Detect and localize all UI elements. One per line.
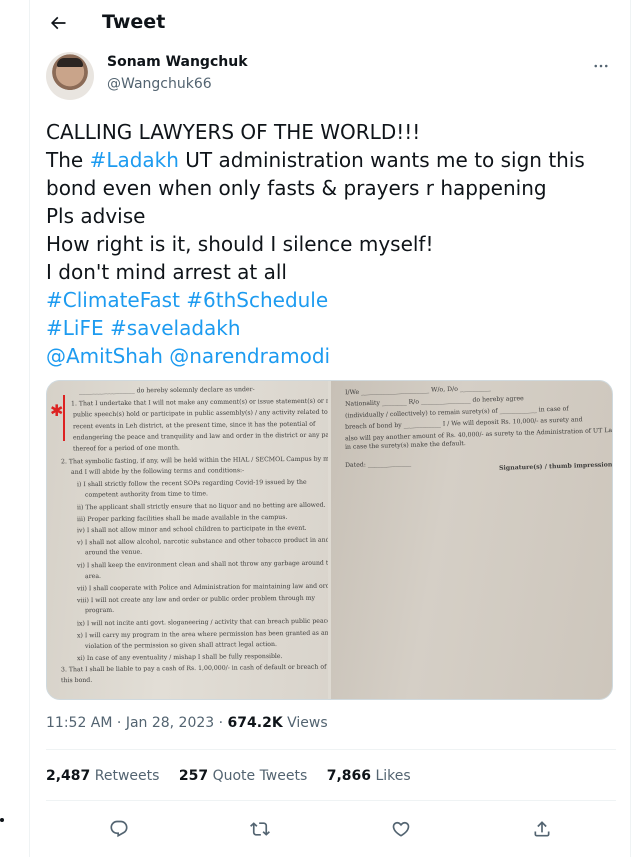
retweet-button[interactable] bbox=[245, 814, 275, 844]
like-icon bbox=[392, 821, 410, 837]
bond-document-line: iv) I shall not allow minor and school c… bbox=[76, 524, 307, 535]
action-bar bbox=[46, 808, 616, 848]
hashtag-saveladakh[interactable]: #saveladakh bbox=[110, 316, 241, 340]
quote-tweets-label: Quote Tweets bbox=[212, 768, 308, 784]
bond-document-line: ix) I will not incite anti govt. slogane… bbox=[76, 617, 328, 628]
mention-amitshah[interactable]: @AmitShah bbox=[46, 344, 163, 368]
bond-document-line: viii) I will not create any law and orde… bbox=[76, 594, 316, 605]
hashtag-6thschedule[interactable]: #6thSchedule bbox=[186, 288, 328, 312]
more-icon bbox=[594, 64, 608, 68]
bond-photo-right[interactable]: I/We ______________________ W/o, D/o ___… bbox=[331, 381, 612, 699]
bond-document-line: x) I will carry my program in the area w… bbox=[76, 629, 328, 639]
back-button[interactable] bbox=[41, 6, 75, 40]
bond-document-line: and I will abide by the following terms … bbox=[70, 467, 245, 477]
author-handle[interactable]: @Wangchuk66 bbox=[107, 76, 212, 92]
quote-tweets-count: 257 bbox=[178, 768, 209, 784]
retweets-label: Retweets bbox=[94, 768, 160, 784]
more-options-button[interactable] bbox=[587, 52, 615, 80]
bond-document-line: i) I shall strictly follow the recent SO… bbox=[76, 478, 307, 488]
retweets-stat[interactable]: 2,487 Retweets bbox=[46, 768, 159, 784]
views-count: 674.2K bbox=[227, 715, 283, 731]
bond-document-line: v) I shall not allow alcohol, narcotic s… bbox=[76, 536, 328, 547]
tweet-line: The #Ladakh UT administration wants me t… bbox=[46, 146, 616, 174]
tweet-line: CALLING LAWYERS OF THE WORLD!!! bbox=[46, 120, 421, 144]
hashtag-climatefast[interactable]: #ClimateFast bbox=[46, 288, 180, 312]
red-asterisk-icon: ✱ bbox=[50, 401, 64, 420]
divider bbox=[46, 800, 616, 801]
bond-photo-left[interactable]: ✱ __________________ do hereby solemnly … bbox=[47, 381, 328, 699]
bond-document-line: 3. That I shall be liable to pay a cash … bbox=[60, 664, 327, 674]
tweet-text: CALLING LAWYERS OF THE WORLD!!! The #Lad… bbox=[46, 118, 616, 370]
bond-document-line: 2. That symbolic fasting, if any, will b… bbox=[60, 455, 328, 466]
bond-document-line: competent authority from time to time. bbox=[84, 490, 208, 500]
hashtag-ladakh[interactable]: #Ladakh bbox=[90, 148, 179, 172]
reply-icon bbox=[110, 820, 128, 838]
bond-document-line: vii) I shall cooperate with Police and A… bbox=[76, 582, 328, 593]
bond-document-line: program. bbox=[84, 607, 115, 615]
tweet-line: #LiFE #saveladakh bbox=[46, 314, 616, 342]
tweet-date[interactable]: Jan 28, 2023 bbox=[126, 715, 214, 731]
bond-document-line: Nationality ________ R/o _______________… bbox=[344, 395, 524, 408]
share-icon bbox=[534, 821, 550, 837]
engagement-stats: 2,487 Retweets 257 Quote Tweets 7,866 Li… bbox=[46, 768, 426, 784]
retweets-count: 2,487 bbox=[46, 768, 91, 784]
tweet-text-span: UT administration wants me to sign this bbox=[178, 148, 585, 172]
avatar[interactable] bbox=[46, 52, 94, 100]
bond-document-line: ii) The applicant shall strictly ensure … bbox=[76, 501, 326, 512]
bond-document-line: vi) I shall keep the environment clean a… bbox=[76, 559, 328, 570]
like-button[interactable] bbox=[386, 814, 416, 844]
bond-document-line: Dated: ______________ bbox=[344, 459, 412, 470]
retweet-icon bbox=[250, 822, 270, 836]
bond-document-line: I/We ______________________ W/o, D/o ___… bbox=[344, 384, 491, 397]
divider bbox=[46, 749, 616, 750]
tweet-line: bond even when only fasts & prayers r ha… bbox=[46, 176, 547, 200]
bond-document-line: 1. That I undertake that I will not make… bbox=[70, 397, 328, 408]
meta-separator: · bbox=[116, 715, 122, 731]
meta-separator: · bbox=[218, 715, 224, 731]
quote-tweets-stat[interactable]: 257 Quote Tweets bbox=[179, 768, 307, 784]
tweet-text-span: The bbox=[46, 148, 90, 172]
media-grid: ✱ __________________ do hereby solemnly … bbox=[46, 380, 613, 700]
bond-document-line: __________________ do hereby solemnly de… bbox=[78, 386, 255, 395]
likes-stat[interactable]: 7,866 Likes bbox=[327, 768, 411, 784]
tweet-line: @AmitShah @narendramodi bbox=[46, 342, 616, 370]
tweet-time[interactable]: 11:52 AM bbox=[46, 715, 112, 731]
share-button[interactable] bbox=[527, 814, 557, 844]
left-rail-dot bbox=[0, 818, 4, 822]
mention-narendramodi[interactable]: @narendramodi bbox=[169, 344, 330, 368]
views-label: Views bbox=[287, 715, 328, 731]
arrow-left-icon bbox=[50, 16, 66, 30]
author-name[interactable]: Sonam Wangchuk bbox=[107, 54, 248, 70]
likes-count: 7,866 bbox=[326, 768, 372, 784]
page-title: Tweet bbox=[102, 11, 166, 33]
reply-button[interactable] bbox=[104, 814, 134, 844]
tweet-line: How right is it, should I silence myself… bbox=[46, 232, 434, 256]
bond-document-line: recent events in Leh district, at the pr… bbox=[72, 420, 316, 431]
bond-document-line: thereof for a period of one month. bbox=[72, 444, 180, 453]
tweet-line: I don't mind arrest at all bbox=[46, 260, 287, 284]
bond-document-line: xi) In case of any eventuality / mishap … bbox=[76, 652, 283, 662]
tweet-line: Pls advise bbox=[46, 204, 146, 228]
tweet-column: Tweet Sonam Wangchuk @Wangchuk66 CALLING… bbox=[31, 0, 631, 857]
bond-document-line: endangering the peace and tranquility an… bbox=[72, 432, 328, 442]
bond-document-line: around the venue. bbox=[84, 549, 143, 557]
likes-label: Likes bbox=[375, 768, 411, 784]
bond-document-line: this bond. bbox=[60, 676, 93, 685]
bond-document-line: violation of the permission so given sha… bbox=[84, 641, 278, 651]
tweet-line: #ClimateFast #6thSchedule bbox=[46, 286, 616, 314]
bond-document-line: Signature(s) / thumb impression(s) bbox=[498, 461, 612, 472]
left-rail bbox=[0, 0, 30, 857]
hashtag-life[interactable]: #LiFE bbox=[46, 316, 104, 340]
bond-document-line: public speech(s) hold or participate in … bbox=[72, 408, 328, 419]
bond-document-line: iii) Proper parking facilities shall be … bbox=[76, 513, 288, 523]
tweet-meta: 11:52 AM · Jan 28, 2023 · 674.2K Views bbox=[46, 715, 328, 731]
top-bar: Tweet bbox=[31, 0, 631, 45]
bond-document-line: area. bbox=[84, 572, 102, 580]
